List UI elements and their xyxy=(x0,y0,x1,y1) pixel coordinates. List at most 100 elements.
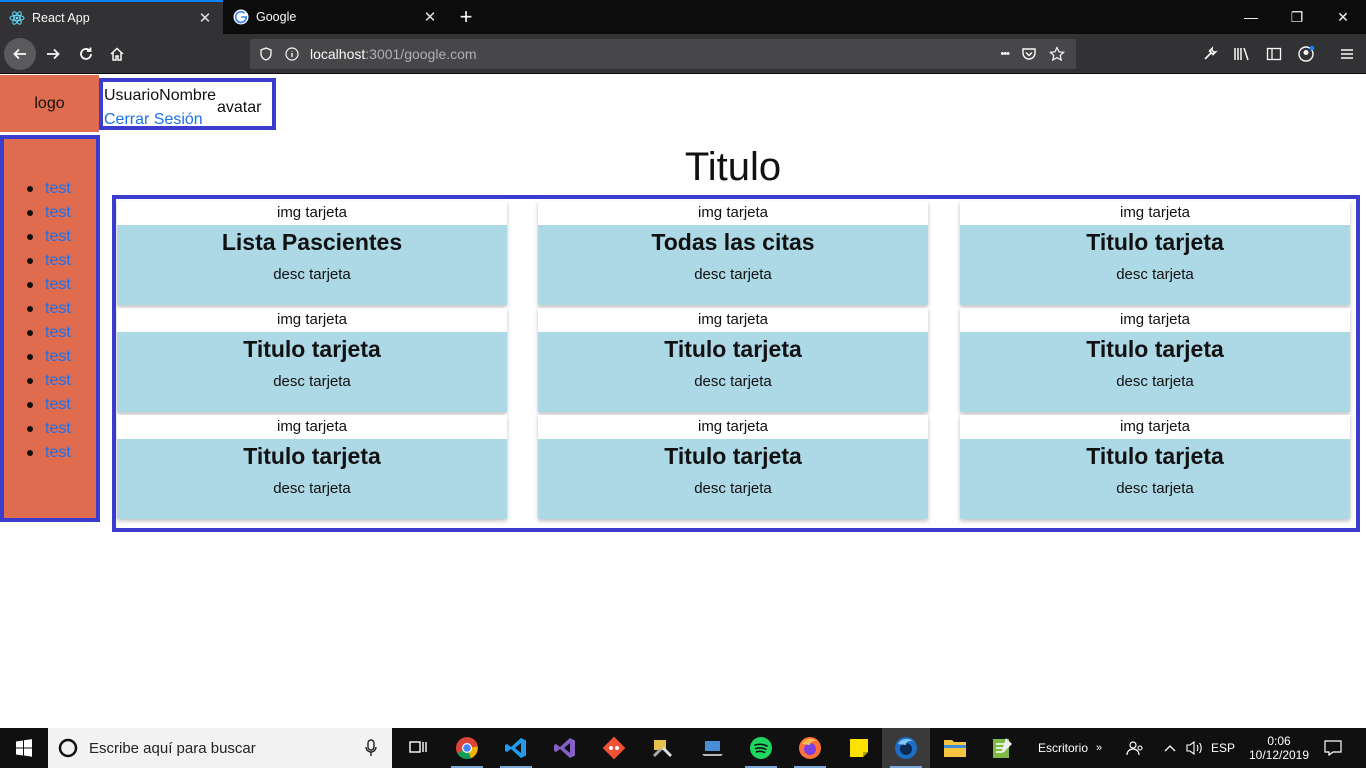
card[interactable]: img tarjeta Titulo tarjeta desc tarjeta xyxy=(538,415,928,519)
card[interactable]: img tarjeta Titulo tarjeta desc tarjeta xyxy=(960,415,1350,519)
card-body: Lista Pascientes desc tarjeta xyxy=(117,225,507,305)
language-indicator[interactable]: ESP xyxy=(1208,728,1238,768)
chevron-expand-icon[interactable]: » xyxy=(1092,728,1106,768)
card-title: Lista Pascientes xyxy=(221,229,403,255)
card-description: desc tarjeta xyxy=(694,266,772,283)
sidebar-link[interactable]: test xyxy=(45,396,71,414)
minimize-button[interactable]: — xyxy=(1228,0,1274,34)
url-bar[interactable]: localhost:3001/google.com ••• xyxy=(250,39,1076,69)
notification-icon[interactable] xyxy=(1318,728,1348,768)
card-image: img tarjeta xyxy=(117,415,507,439)
bullet-icon xyxy=(27,402,33,408)
tab-title: Google xyxy=(256,10,297,24)
chevron-up-icon[interactable] xyxy=(1160,728,1180,768)
firefox-icon[interactable] xyxy=(786,728,834,768)
page-actions-icon[interactable]: ••• xyxy=(1000,48,1010,60)
url-host: localhost xyxy=(310,46,366,62)
bullet-icon xyxy=(27,210,33,216)
card[interactable]: img tarjeta Titulo tarjeta desc tarjeta xyxy=(960,201,1350,305)
tools-icon[interactable] xyxy=(639,728,687,768)
people-icon[interactable] xyxy=(1122,728,1148,768)
laptop-icon[interactable] xyxy=(688,728,736,768)
card-description: desc tarjeta xyxy=(273,480,351,497)
logo[interactable]: logo xyxy=(0,75,99,132)
menu-icon[interactable] xyxy=(1333,40,1361,68)
sidebar-link[interactable]: test xyxy=(45,372,71,390)
bullet-icon xyxy=(27,354,33,360)
volume-icon[interactable] xyxy=(1183,728,1205,768)
taskbar: Escribe aquí para buscar Escritorio » ES… xyxy=(0,728,1366,768)
card-body: Titulo tarjeta desc tarjeta xyxy=(538,439,928,519)
sidebar-link[interactable]: test xyxy=(45,324,71,342)
task-view-icon[interactable] xyxy=(394,728,442,768)
card-title: Titulo tarjeta xyxy=(1086,229,1224,255)
reload-button[interactable] xyxy=(70,38,102,70)
spotify-icon[interactable] xyxy=(737,728,785,768)
pocket-icon[interactable] xyxy=(1021,46,1037,62)
reload-icon xyxy=(80,47,92,60)
back-button[interactable] xyxy=(4,38,36,70)
forward-button[interactable] xyxy=(37,38,69,70)
logout-link[interactable]: Cerrar Sesión xyxy=(104,111,203,129)
url-text: localhost:3001/google.com xyxy=(310,46,477,62)
sidebar-link[interactable]: test xyxy=(45,276,71,294)
card-title: Titulo tarjeta xyxy=(664,443,802,469)
sidebar-link[interactable]: test xyxy=(45,204,71,222)
card[interactable]: img tarjeta Titulo tarjeta desc tarjeta xyxy=(538,308,928,412)
sidebar-toggle-icon[interactable] xyxy=(1260,40,1288,68)
vscode-icon[interactable] xyxy=(492,728,540,768)
card-description: desc tarjeta xyxy=(1116,480,1194,497)
wrench-icon[interactable] xyxy=(1196,40,1224,68)
home-button[interactable] xyxy=(101,38,133,70)
page-title: Titulo xyxy=(684,145,782,189)
git-icon[interactable] xyxy=(590,728,638,768)
card-body: Titulo tarjeta desc tarjeta xyxy=(960,439,1350,519)
restore-button[interactable]: ❐ xyxy=(1274,0,1320,34)
sidebar-link[interactable]: test xyxy=(45,444,71,462)
info-icon[interactable] xyxy=(285,47,299,61)
sidebar-link[interactable]: test xyxy=(45,300,71,318)
card-image: img tarjeta xyxy=(960,415,1350,439)
shield-icon[interactable] xyxy=(259,47,273,61)
clock-time: 0:06 xyxy=(1267,734,1291,748)
start-button[interactable] xyxy=(0,728,48,768)
account-icon[interactable] xyxy=(1292,40,1320,68)
card-title: Titulo tarjeta xyxy=(1086,443,1224,469)
firefox-developer-icon[interactable] xyxy=(882,728,930,768)
bookmark-star-icon[interactable] xyxy=(1049,46,1065,62)
card[interactable]: img tarjeta Titulo tarjeta desc tarjeta xyxy=(117,415,507,519)
close-tab-icon[interactable]: ✕ xyxy=(193,6,217,30)
card-image: img tarjeta xyxy=(960,308,1350,332)
card[interactable]: img tarjeta Lista Pascientes desc tarjeta xyxy=(117,201,507,305)
taskbar-search[interactable]: Escribe aquí para buscar xyxy=(48,728,392,768)
chrome-icon[interactable] xyxy=(443,728,491,768)
close-tab-icon[interactable]: ✕ xyxy=(418,5,442,29)
new-tab-button[interactable]: + xyxy=(452,3,480,31)
sidebar-link[interactable]: test xyxy=(45,180,71,198)
card-description: desc tarjeta xyxy=(1116,266,1194,283)
sidebar-item: test xyxy=(4,225,71,249)
avatar[interactable]: avatar xyxy=(217,99,261,117)
microphone-icon[interactable] xyxy=(364,739,378,757)
sidebar-item: test xyxy=(4,321,71,345)
sidebar-link[interactable]: test xyxy=(45,420,71,438)
clock[interactable]: 0:06 10/12/2019 xyxy=(1244,728,1314,768)
notepad-icon[interactable] xyxy=(978,728,1026,768)
tab-google[interactable]: Google ✕ xyxy=(224,0,448,34)
sidebar-link[interactable]: test xyxy=(45,252,71,270)
card[interactable]: img tarjeta Todas las citas desc tarjeta xyxy=(538,201,928,305)
sidebar-link[interactable]: test xyxy=(45,228,71,246)
library-icon[interactable] xyxy=(1228,40,1256,68)
card[interactable]: img tarjeta Titulo tarjeta desc tarjeta xyxy=(960,308,1350,412)
desktop-toolbar[interactable]: Escritorio xyxy=(1030,728,1096,768)
bullet-icon xyxy=(27,282,33,288)
search-placeholder: Escribe aquí para buscar xyxy=(89,739,256,757)
tab-react-app[interactable]: React App ✕ xyxy=(0,0,223,34)
sidebar-link[interactable]: test xyxy=(45,348,71,366)
username: UsuarioNombre xyxy=(104,87,217,104)
card[interactable]: img tarjeta Titulo tarjeta desc tarjeta xyxy=(117,308,507,412)
close-window-button[interactable]: ✕ xyxy=(1320,0,1366,34)
file-explorer-icon[interactable] xyxy=(931,728,979,768)
visual-studio-icon[interactable] xyxy=(541,728,589,768)
sticky-notes-icon[interactable] xyxy=(835,728,883,768)
